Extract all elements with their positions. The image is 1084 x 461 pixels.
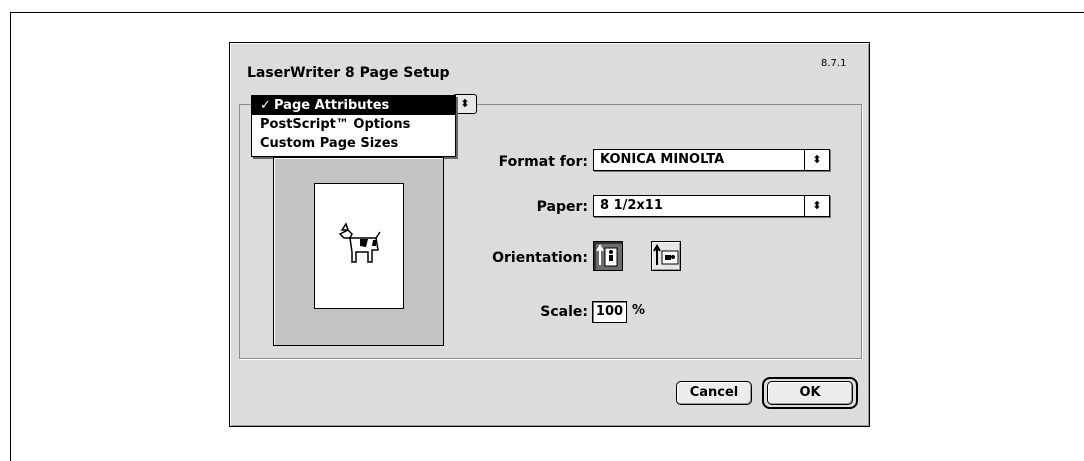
page-preview bbox=[273, 157, 444, 346]
scale-label: Scale: bbox=[540, 304, 588, 320]
dialog-title: LaserWriter 8 Page Setup bbox=[247, 65, 450, 81]
scale-unit: % bbox=[632, 303, 646, 318]
version-label: 8.7.1 bbox=[821, 58, 847, 69]
landscape-orientation-button[interactable] bbox=[651, 241, 681, 271]
scale-input[interactable]: 100 bbox=[592, 301, 627, 323]
cancel-button[interactable]: Cancel bbox=[676, 381, 752, 405]
up-down-arrows-icon: ⬍ bbox=[804, 150, 829, 170]
menu-item-page-attributes[interactable]: ✓ Page Attributes bbox=[252, 96, 455, 115]
panel-popup-menu[interactable]: ✓ Page Attributes PostScript™ Options Cus… bbox=[251, 95, 456, 157]
paper-label: Paper: bbox=[536, 199, 588, 215]
landscape-orientation-icon bbox=[653, 244, 679, 265]
ok-default-ring: OK bbox=[762, 377, 858, 409]
panel-popup-arrow-button[interactable]: ⬍ bbox=[453, 94, 477, 114]
menu-item-postscript-options[interactable]: PostScript™ Options bbox=[252, 115, 455, 134]
format-for-label: Format for: bbox=[498, 154, 588, 170]
up-down-arrows-icon: ⬍ bbox=[804, 196, 829, 216]
portrait-orientation-icon bbox=[596, 244, 618, 267]
paper-preview bbox=[314, 183, 404, 309]
ok-button[interactable]: OK bbox=[767, 381, 853, 405]
orientation-label: Orientation: bbox=[492, 250, 588, 266]
checkmark-icon: ✓ bbox=[260, 98, 271, 113]
menu-item-custom-page-sizes[interactable]: Custom Page Sizes bbox=[252, 134, 455, 153]
page-setup-dialog: LaserWriter 8 Page Setup 8.7.1 ⬍ ✓ Page A… bbox=[229, 42, 870, 427]
paper-select[interactable]: 8 1/2x11 ⬍ bbox=[593, 195, 830, 217]
portrait-orientation-button[interactable] bbox=[593, 241, 623, 271]
up-down-arrows-icon: ⬍ bbox=[460, 97, 470, 110]
dogcow-icon bbox=[338, 222, 381, 263]
format-for-select[interactable]: KONICA MINOLTA ⬍ bbox=[593, 149, 830, 171]
